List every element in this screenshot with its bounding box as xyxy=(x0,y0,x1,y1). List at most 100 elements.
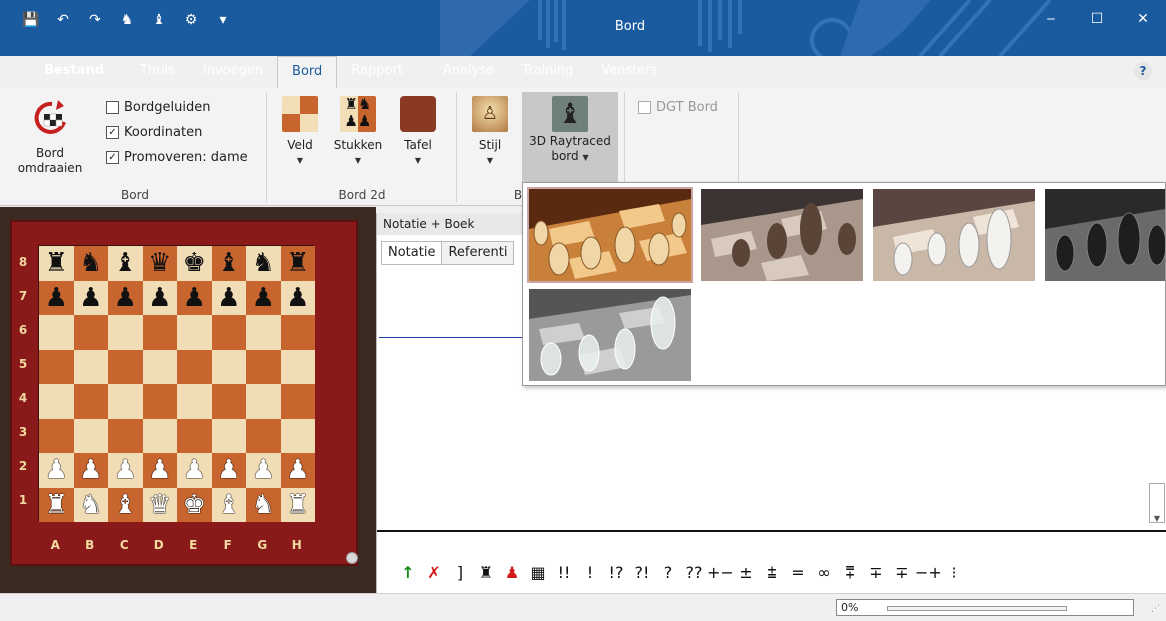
board-square-g6[interactable] xyxy=(246,315,281,350)
board-square-b5[interactable] xyxy=(73,349,108,384)
chess-piece[interactable]: ♟ xyxy=(79,283,102,313)
board-square-a1[interactable]: ♜ xyxy=(39,487,74,522)
board-square-d1[interactable]: ♛ xyxy=(142,487,177,522)
annotation-symbol-button[interactable]: ♟ xyxy=(499,563,525,583)
annotation-symbol-button[interactable]: ± xyxy=(733,563,759,583)
tab-thuis[interactable]: Thuis xyxy=(126,56,189,88)
board-square-a2[interactable]: ♟ xyxy=(39,453,74,488)
stukken-button[interactable]: ♜♞ ♟♟ Stukken ▼ xyxy=(330,96,386,168)
annotation-symbol-button[interactable]: ] xyxy=(447,563,473,583)
tab-training[interactable]: Training xyxy=(508,56,587,88)
board-square-h5[interactable] xyxy=(280,349,315,384)
undo-icon[interactable]: ↶ xyxy=(54,12,72,28)
board-square-b1[interactable]: ♞ xyxy=(73,487,108,522)
annotation-symbol-button[interactable]: ∓ xyxy=(889,563,915,583)
board-square-b7[interactable]: ♟ xyxy=(73,280,108,315)
board-square-c6[interactable] xyxy=(108,315,143,350)
engine-icon[interactable]: ♞ xyxy=(118,12,136,28)
tab-notatie[interactable]: Notatie xyxy=(381,241,443,265)
annotation-symbol-button[interactable]: ! xyxy=(577,563,603,583)
chess-piece[interactable]: ♟ xyxy=(45,283,68,313)
chess-piece[interactable]: ♞ xyxy=(252,248,275,278)
board-square-h7[interactable]: ♟ xyxy=(280,280,315,315)
board-square-f8[interactable]: ♝ xyxy=(211,246,246,281)
flip-board-button[interactable]: Bord omdraaien xyxy=(14,100,86,176)
chess-piece[interactable]: ♟ xyxy=(183,283,206,313)
annotation-symbol-button[interactable]: ↑ xyxy=(395,563,421,583)
scrollbar-down-button[interactable]: ▼ xyxy=(1149,483,1165,523)
checkbox-dgt-bord[interactable]: DGT Bord xyxy=(638,100,718,115)
chess-piece[interactable]: ♟ xyxy=(252,283,275,313)
checkbox-koordinaten[interactable]: ✓ Koordinaten xyxy=(106,125,202,140)
gallery-item-glass[interactable] xyxy=(529,289,691,381)
board-square-d6[interactable] xyxy=(142,315,177,350)
board-square-e8[interactable]: ♚ xyxy=(177,246,212,281)
annotation-symbol-button[interactable]: = xyxy=(785,563,811,583)
board-square-g5[interactable] xyxy=(246,349,281,384)
annotation-symbol-button[interactable]: !? xyxy=(603,563,629,583)
annotation-symbol-button[interactable]: ⁝ xyxy=(941,563,967,583)
board-square-b2[interactable]: ♟ xyxy=(73,453,108,488)
board-square-b4[interactable] xyxy=(73,384,108,419)
maximize-button[interactable]: ☐ xyxy=(1074,0,1120,40)
checkbox-box[interactable] xyxy=(106,101,119,114)
chess-piece[interactable]: ♟ xyxy=(217,283,240,313)
chess-piece[interactable]: ♞ xyxy=(79,248,102,278)
settings-icon[interactable]: ⚙ xyxy=(182,12,200,28)
resize-grip-icon[interactable]: ⋰ xyxy=(1151,604,1160,614)
chess-piece[interactable]: ♟ xyxy=(148,283,171,313)
annotation-symbol-button[interactable]: ♜ xyxy=(473,563,499,583)
tafel-button[interactable]: Tafel ▼ xyxy=(396,96,440,168)
tab-rapport[interactable]: Rapport xyxy=(337,56,417,88)
chess-piece[interactable]: ♝ xyxy=(114,490,137,520)
board-square-e3[interactable] xyxy=(177,418,212,453)
board-square-g4[interactable] xyxy=(246,384,281,419)
board-square-a6[interactable] xyxy=(39,315,74,350)
tab-referentie[interactable]: Referenti xyxy=(442,241,515,265)
board-square-a7[interactable]: ♟ xyxy=(39,280,74,315)
redo-icon[interactable]: ↷ xyxy=(86,12,104,28)
board-square-e5[interactable] xyxy=(177,349,212,384)
chess-piece[interactable]: ♛ xyxy=(148,490,171,520)
annotation-symbol-button[interactable]: !! xyxy=(551,563,577,583)
board-square-f1[interactable]: ♝ xyxy=(211,487,246,522)
annotation-symbol-button[interactable]: ?! xyxy=(629,563,655,583)
board-square-g8[interactable]: ♞ xyxy=(246,246,281,281)
board-square-h3[interactable] xyxy=(280,418,315,453)
veld-button[interactable]: Veld ▼ xyxy=(278,96,322,168)
board-square-f2[interactable]: ♟ xyxy=(211,453,246,488)
board-square-e6[interactable] xyxy=(177,315,212,350)
chess-piece[interactable]: ♚ xyxy=(183,248,206,278)
checkbox-box-checked[interactable]: ✓ xyxy=(106,151,119,164)
checkbox-box[interactable] xyxy=(638,101,651,114)
annotation-symbol-button[interactable]: −+ xyxy=(915,563,942,583)
chess-piece[interactable]: ♟ xyxy=(183,455,206,485)
board-square-c1[interactable]: ♝ xyxy=(108,487,143,522)
annotation-symbol-button[interactable]: ∞ xyxy=(811,563,837,583)
board-square-f4[interactable] xyxy=(211,384,246,419)
checkbox-box-checked[interactable]: ✓ xyxy=(106,126,119,139)
chess-piece[interactable]: ♛ xyxy=(148,248,171,278)
chess-piece[interactable]: ♟ xyxy=(114,283,137,313)
board-square-f6[interactable] xyxy=(211,315,246,350)
board-square-a8[interactable]: ♜ xyxy=(39,246,74,281)
minimize-button[interactable]: ‒ xyxy=(1028,0,1074,40)
board-square-f7[interactable]: ♟ xyxy=(211,280,246,315)
close-button[interactable]: ✕ xyxy=(1120,0,1166,40)
panel-splitter[interactable] xyxy=(377,530,1166,532)
annotation-symbol-button[interactable]: ?? xyxy=(681,563,707,583)
board-square-a5[interactable] xyxy=(39,349,74,384)
board-square-d4[interactable] xyxy=(142,384,177,419)
chess-piece[interactable]: ♝ xyxy=(114,248,137,278)
chess-piece[interactable]: ♜ xyxy=(286,490,309,520)
raytraced-board-button[interactable]: ♝ 3D Raytraced bord ▼ xyxy=(522,92,618,182)
board-square-e7[interactable]: ♟ xyxy=(177,280,212,315)
board-square-d2[interactable]: ♟ xyxy=(142,453,177,488)
board-square-b3[interactable] xyxy=(73,418,108,453)
chess-piece[interactable]: ♟ xyxy=(114,455,137,485)
tab-bord[interactable]: Bord xyxy=(277,56,338,88)
chess-piece[interactable]: ♟ xyxy=(45,455,68,485)
chess-piece[interactable]: ♝ xyxy=(217,490,240,520)
chess-piece[interactable]: ♟ xyxy=(148,455,171,485)
chess-board[interactable]: ♜ ♞ ♝ ♛ ♚ ♝ ♞ ♜ ♟ ♟ ♟ ♟ ♟ ♟ ♟ ♟ ♟ ♟ ♟ ♟ ♟ ♟ ♟ ♟ ♜ ♞ ♝ ♛ ♚ ♝ ♞ ♜ xyxy=(38,245,315,522)
